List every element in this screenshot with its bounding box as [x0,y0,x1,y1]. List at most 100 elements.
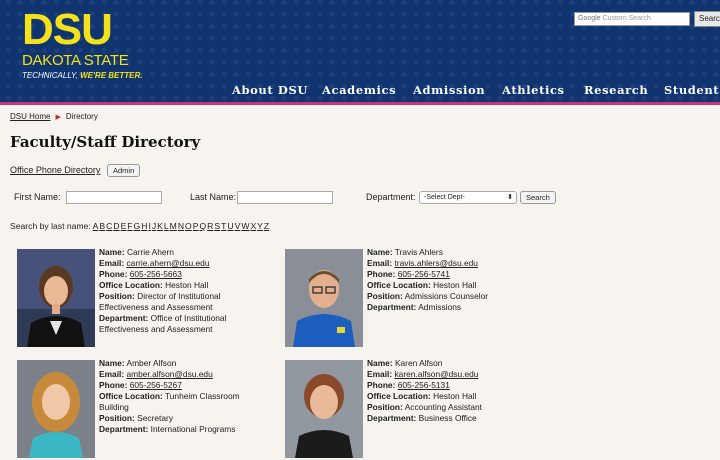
first-name-label: First Name: [14,192,61,202]
alpha-label: Search by last name: [10,221,91,231]
photo-karen-alfson [285,360,363,458]
alpha-letter-g[interactable]: G [134,221,141,231]
alpha-letters: ABCDEFGHIJKLMNOPQRSTUVWXYZ [93,221,271,231]
google-brand: Google [578,15,601,22]
logo-name: DAKOTA STATE [22,52,129,69]
department-select[interactable]: -Select Dept- ⬍ [419,191,517,204]
label-phone: Phone [367,269,393,279]
main-nav: About DSU Academics Admission Athletics … [0,83,720,99]
person-position: Admissions Counselor [404,291,489,301]
label-name: Name [367,247,390,257]
alpha-letter-i[interactable]: I [148,221,150,231]
alpha-letter-l[interactable]: L [164,221,169,231]
alpha-letter-v[interactable]: V [235,221,241,231]
person-office: Heston Hall [433,280,477,290]
person-card-karen-alfson: Name: Karen Alfson Email: karen.alfson@d… [367,358,482,423]
alpha-letter-k[interactable]: K [157,221,163,231]
breadcrumb-home[interactable]: DSU Home [10,112,50,121]
person-name: Amber Alfson [126,358,177,368]
alpha-letter-t[interactable]: T [221,221,226,231]
label-department: Department [99,313,146,323]
alpha-letter-m[interactable]: M [170,221,177,231]
alpha-letter-z[interactable]: Z [264,221,269,231]
directory-search-button[interactable]: Search [520,191,556,204]
last-name-input[interactable] [237,191,333,204]
alpha-letter-r[interactable]: R [207,221,213,231]
person-card-carrie-ahern: Name: Carrie Ahern Email: carrie.ahern@d… [99,247,227,334]
label-office: Office Location [99,391,160,401]
nav-student-life[interactable]: Student L [664,83,720,97]
last-name-label: Last Name: [190,192,237,202]
alpha-letter-w[interactable]: W [241,221,249,231]
person-office: Heston Hall [165,280,209,290]
alpha-letter-n[interactable]: N [178,221,184,231]
label-email: Email [99,258,122,268]
alpha-letter-e[interactable]: E [121,221,127,231]
label-department: Department [367,413,414,423]
alpha-letter-a[interactable]: A [93,221,99,231]
label-office: Office Location [367,280,428,290]
person-position: Secretary [137,413,174,423]
nav-research[interactable]: Research [584,83,648,97]
person-name: Karen Alfson [394,358,443,368]
alpha-letter-s[interactable]: S [214,221,220,231]
dsu-logo[interactable]: DSU DAKOTA STATE TECHNICALLY, WE'RE BETT… [22,8,142,81]
alpha-letter-f[interactable]: F [127,221,132,231]
alpha-letter-b[interactable]: B [99,221,105,231]
person-phone-link[interactable]: 605-256-5131 [398,380,450,390]
nav-admission[interactable]: Admission [413,83,485,97]
logo-tagline: TECHNICALLY, WE'RE BETTER. [22,71,142,81]
alpha-index: Search by last name: ABCDEFGHIJKLMNOPQRS… [10,221,270,231]
alpha-letter-o[interactable]: O [185,221,192,231]
tagline-a: TECHNICALLY, [22,71,78,80]
select-arrows-icon: ⬍ [507,194,513,201]
alpha-letter-c[interactable]: C [106,221,112,231]
person-email-link[interactable]: carrie.ahern@dsu.edu [126,258,209,268]
alpha-letter-h[interactable]: H [141,221,147,231]
photo-amber-alfson [17,360,95,458]
department-selected: -Select Dept- [424,194,465,201]
logo-dsu: DSU [22,5,113,54]
site-header: DSU DAKOTA STATE TECHNICALLY, WE'RE BETT… [0,0,720,102]
alpha-letter-d[interactable]: D [113,221,119,231]
department-label: Department: [366,192,416,202]
admin-button[interactable]: Admin [107,164,141,177]
label-office: Office Location [99,280,160,290]
breadcrumb: DSU Home ▶ Directory [10,112,98,121]
person-department: International Programs [150,424,236,434]
office-phone-directory-link[interactable]: Office Phone Directory [10,165,100,175]
person-email-link[interactable]: travis.ahlers@dsu.edu [394,258,477,268]
person-card-amber-alfson: Name: Amber Alfson Email: amber.alfson@d… [99,358,240,434]
nav-academics[interactable]: Academics [322,83,396,97]
site-search-button[interactable]: Search [694,11,720,27]
alpha-letter-u[interactable]: U [227,221,233,231]
person-office: Heston Hall [433,391,477,401]
label-name: Name [99,358,122,368]
header-divider [0,102,720,105]
nav-athletics[interactable]: Athletics [502,83,565,97]
tagline-b: WE'RE BETTER. [80,71,143,80]
person-email-link[interactable]: amber.alfson@dsu.edu [126,369,212,379]
person-email-link[interactable]: karen.alfson@dsu.edu [394,369,478,379]
nav-about[interactable]: About DSU [232,83,308,97]
label-phone: Phone [99,269,125,279]
label-email: Email [367,258,390,268]
alpha-letter-j[interactable]: J [152,221,156,231]
person-phone-link[interactable]: 605-256-5741 [398,269,450,279]
person-phone-link[interactable]: 605-256-5663 [130,269,182,279]
alpha-letter-x[interactable]: X [250,221,256,231]
person-phone-link[interactable]: 605-256-5267 [130,380,182,390]
label-position: Position [99,413,133,423]
alpha-letter-p[interactable]: P [193,221,199,231]
alpha-letter-q[interactable]: Q [199,221,206,231]
label-position: Position [99,291,133,301]
label-position: Position [367,402,401,412]
person-department: Admissions [418,302,462,312]
breadcrumb-current: Directory [65,112,98,121]
first-name-input[interactable] [66,191,162,204]
alpha-letter-y[interactable]: Y [257,221,263,231]
label-office: Office Location [367,391,428,401]
site-search-placeholder: Custom Search [602,15,651,22]
photo-carrie-ahern [17,249,95,347]
site-search-input[interactable]: Google Custom Search [574,12,690,26]
